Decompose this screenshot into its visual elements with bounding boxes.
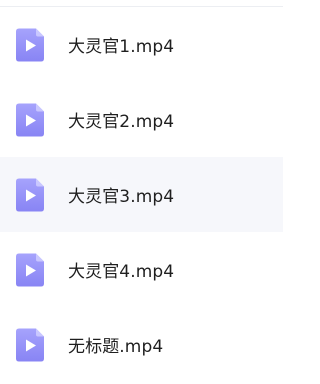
video-file-icon	[16, 328, 44, 361]
file-row[interactable]: 大灵官3.mp4	[0, 157, 283, 232]
video-file-icon	[16, 28, 44, 61]
file-list: 大灵官1.mp4 大灵官2.mp4 大灵官3.mp4 大灵官4.mp4 无标题.…	[0, 7, 283, 382]
file-name: 大灵官4.mp4	[68, 262, 175, 282]
video-file-icon	[16, 253, 44, 286]
file-row[interactable]: 大灵官1.mp4	[0, 7, 283, 82]
file-name: 无标题.mp4	[68, 337, 164, 357]
file-name: 大灵官1.mp4	[68, 37, 175, 57]
file-name: 大灵官3.mp4	[68, 187, 175, 207]
file-row[interactable]: 大灵官4.mp4	[0, 232, 283, 307]
list-top-divider	[0, 0, 283, 7]
file-row[interactable]: 大灵官2.mp4	[0, 82, 283, 157]
video-file-icon	[16, 103, 44, 136]
video-file-icon	[16, 178, 44, 211]
file-row[interactable]: 无标题.mp4	[0, 307, 283, 382]
file-name: 大灵官2.mp4	[68, 112, 175, 132]
